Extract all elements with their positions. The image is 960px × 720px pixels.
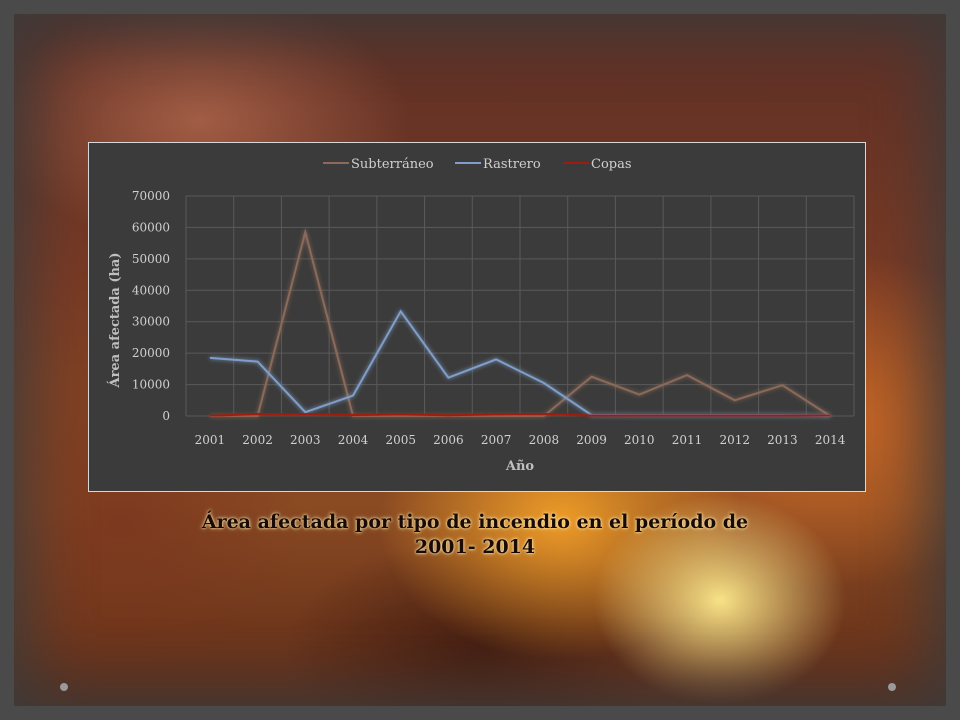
- y-tick-label: 30000: [132, 315, 170, 329]
- chart-caption: Área afectada por tipo de incendio en el…: [150, 510, 800, 560]
- legend-label: Copas: [591, 157, 632, 172]
- x-axis-label: Año: [505, 459, 535, 474]
- legend-label: Rastrero: [483, 157, 541, 172]
- y-tick-label: 20000: [132, 346, 170, 360]
- x-tick-label: 2005: [385, 433, 416, 447]
- x-tick-label: 2012: [719, 433, 750, 447]
- y-tick-label: 10000: [132, 378, 170, 392]
- x-tick-label: 2011: [672, 433, 703, 447]
- x-tick-label: 2014: [815, 433, 846, 447]
- y-axis-label: Área afectada (ha): [107, 252, 123, 388]
- chart-svg: 0 10000 20000 30000 40000 50000 60000 70000 200…: [107, 157, 855, 474]
- x-tick-label: 2009: [576, 433, 607, 447]
- legend-label: Subterráneo: [351, 157, 434, 172]
- x-tick-label: 2013: [767, 433, 798, 447]
- caption-line-1: Área afectada por tipo de incendio en el…: [201, 511, 749, 533]
- x-tick-label: 2001: [195, 433, 226, 447]
- nav-dot-left[interactable]: [60, 683, 68, 691]
- x-tick-label: 2003: [290, 433, 321, 447]
- nav-dot-right[interactable]: [888, 683, 896, 691]
- caption-line-2: 2001- 2014: [414, 536, 536, 558]
- y-tick-label: 70000: [132, 189, 170, 203]
- y-tick-label: 0: [162, 409, 170, 423]
- x-tick-label: 2008: [529, 433, 560, 447]
- x-tick-label: 2010: [624, 433, 655, 447]
- x-tick-label: 2006: [433, 433, 464, 447]
- line-chart: 0 10000 20000 30000 40000 50000 60000 70000 200…: [88, 142, 866, 492]
- x-tick-label: 2004: [338, 433, 369, 447]
- legend: Subterráneo Rastrero Copas: [323, 157, 632, 172]
- x-tick-label: 2007: [481, 433, 512, 447]
- x-tick-label: 2002: [242, 433, 273, 447]
- x-tick-labels: 2001 2002 2003 2004 2005 2006 2007 2008 2009 2010…: [195, 433, 846, 447]
- y-tick-label: 60000: [132, 220, 170, 234]
- y-tick-label: 50000: [132, 252, 170, 266]
- y-tick-labels: 0 10000 20000 30000 40000 50000 60000 70000: [132, 189, 170, 423]
- y-tick-label: 40000: [132, 283, 170, 297]
